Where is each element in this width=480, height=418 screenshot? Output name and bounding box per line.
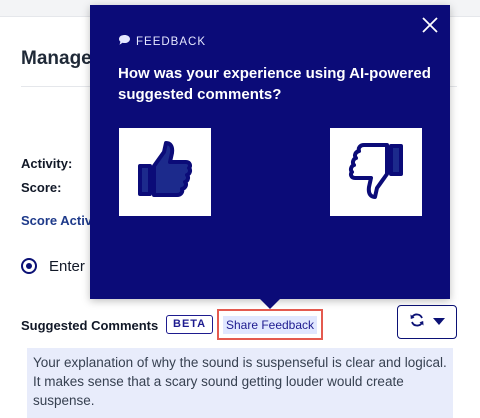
thumbs-down-button[interactable] [330, 128, 422, 216]
activity-label: Activity: [21, 156, 73, 171]
enter-radio-label: Enter [49, 258, 85, 275]
score-label: Score: [21, 180, 62, 195]
popover-arrow [258, 297, 282, 309]
panel-title: Manage [21, 48, 92, 69]
caret-down-icon [433, 313, 445, 331]
suggested-comment-text[interactable]: Your explanation of why the sound is sus… [27, 348, 453, 418]
thumbs-up-icon [136, 140, 194, 205]
feedback-tag-label: FEEDBACK [136, 35, 206, 48]
close-icon[interactable] [420, 15, 440, 35]
suggested-comments-label: Suggested Comments [21, 318, 159, 333]
thumbs-up-button[interactable] [119, 128, 211, 216]
share-feedback-label: Share Feedback [222, 315, 318, 334]
thumbs-down-icon [347, 140, 405, 205]
enter-radio[interactable] [21, 258, 37, 274]
chat-bubble-icon [118, 34, 131, 49]
share-feedback-button[interactable]: Share Feedback [217, 309, 323, 340]
feedback-question: How was your experience using AI-powered… [118, 65, 431, 103]
score-activity-link[interactable]: Score Activ [21, 213, 92, 228]
refresh-dropdown-button[interactable] [397, 305, 457, 339]
refresh-icon [409, 312, 425, 333]
feedback-tag: FEEDBACK [118, 34, 206, 49]
beta-badge: BETA [166, 315, 214, 334]
